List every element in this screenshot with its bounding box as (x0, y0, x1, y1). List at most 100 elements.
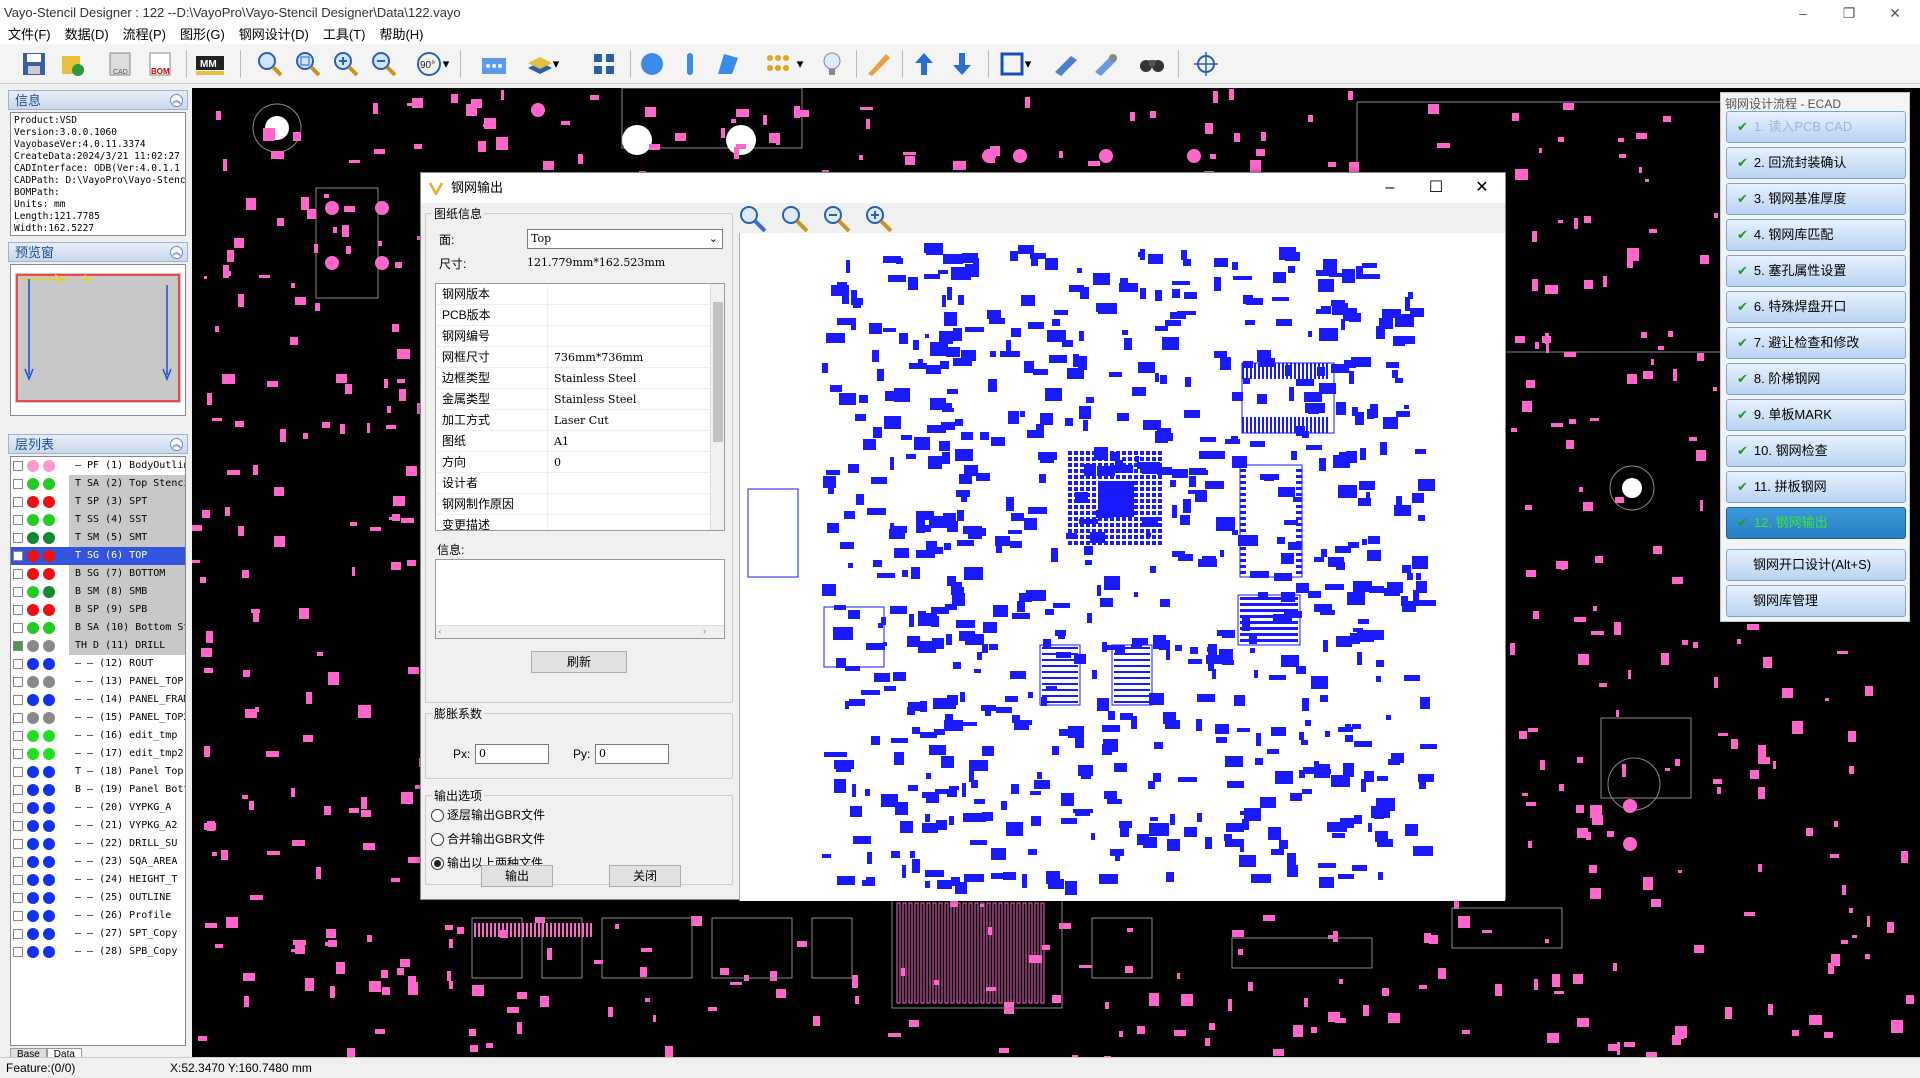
layer-color-icon[interactable] (43, 640, 55, 652)
layer-row[interactable]: T SS (4) SST (11, 511, 185, 529)
property-row[interactable]: 网框尺寸 736mm*736mm (436, 347, 724, 368)
layer-row[interactable]: — — (27) SPT_Copy (11, 925, 185, 943)
polygon-pad-icon[interactable] (712, 48, 744, 80)
layer-color-icon[interactable] (43, 514, 55, 526)
layer-color-icon[interactable] (43, 730, 55, 742)
layer-color-icon[interactable] (27, 496, 39, 508)
layer-row[interactable]: — — (17) edit_tmp2 (11, 745, 185, 763)
layer-row[interactable]: B SG (7) BOTTOM (11, 565, 185, 583)
property-scrollbar[interactable] (710, 284, 724, 530)
crosshair-icon[interactable] (1190, 48, 1222, 80)
layer-row[interactable]: — — (21) VYPKG_A2 (11, 817, 185, 835)
collapse-icon[interactable]: ︽ (170, 438, 183, 451)
layer-checkbox[interactable] (13, 857, 23, 867)
layer-row[interactable]: B SM (8) SMB (11, 583, 185, 601)
process-step-8[interactable]: ✔ 8. 阶梯钢网 (1726, 363, 1906, 395)
layer-row[interactable]: — — (15) PANEL_TOP2 (11, 709, 185, 727)
output-button[interactable]: 输出 (481, 865, 553, 887)
layer-color-icon[interactable] (43, 874, 55, 886)
frame-dropdown-icon[interactable]: ▾ (1022, 48, 1034, 80)
radio-layer-gbr[interactable]: 逐层输出GBR文件 (429, 807, 545, 823)
face-select[interactable]: Top ⌄ (527, 229, 723, 249)
layer-row[interactable]: B SA (10) Bottom Stencil (11, 619, 185, 637)
zoom-icon[interactable] (737, 203, 769, 235)
import-icon[interactable] (56, 48, 88, 80)
property-row[interactable]: PCB版本 (436, 305, 724, 326)
bulb-icon[interactable] (816, 48, 848, 80)
preview-panel-header[interactable]: 预览窗 ︽ (8, 242, 188, 262)
layer-checkbox[interactable] (13, 731, 23, 741)
layer-color-icon[interactable] (27, 550, 39, 562)
stencil-preview-canvas[interactable] (739, 233, 1505, 901)
radio-merge-gbr[interactable]: 合并输出GBR文件 (429, 831, 545, 847)
process-step-9[interactable]: ✔ 9. 单板MARK (1726, 399, 1906, 431)
menu-tools[interactable]: 工具(T) (315, 26, 372, 44)
bom-icon[interactable]: BOM (144, 48, 176, 80)
layer-color-icon[interactable] (43, 892, 55, 904)
property-value[interactable]: Stainless Steel (554, 368, 636, 389)
layer-color-icon[interactable] (43, 838, 55, 850)
py-input[interactable]: 0 (595, 744, 669, 764)
layer-checkbox[interactable] (13, 839, 23, 849)
zoom-icon[interactable] (254, 48, 286, 80)
layer-color-icon[interactable] (43, 658, 55, 670)
layer-checkbox[interactable] (13, 659, 23, 669)
layer-color-icon[interactable] (27, 568, 39, 580)
layer-checkbox[interactable] (13, 875, 23, 885)
layer-color-icon[interactable] (43, 802, 55, 814)
menu-process[interactable]: 流程(P) (115, 26, 172, 44)
layer-color-icon[interactable] (27, 730, 39, 742)
restore-button[interactable]: ❐ (1826, 0, 1872, 26)
layer-color-icon[interactable] (43, 856, 55, 868)
property-row[interactable]: 方向 0 (436, 452, 724, 473)
property-value[interactable]: A1 (554, 431, 569, 452)
layer-checkbox[interactable] (13, 929, 23, 939)
layer-color-icon[interactable] (27, 604, 39, 616)
layer-checkbox[interactable] (13, 587, 23, 597)
layer-checkbox[interactable] (13, 821, 23, 831)
array-dropdown-icon[interactable]: ▾ (794, 48, 806, 80)
zoom-area-icon[interactable] (292, 48, 324, 80)
layer-row[interactable]: — — (14) PANEL_FRAME (11, 691, 185, 709)
layer-color-icon[interactable] (43, 676, 55, 688)
property-row[interactable]: 边框类型 Stainless Steel (436, 368, 724, 389)
layer-row[interactable]: B SP (9) SPB (11, 601, 185, 619)
layer-color-icon[interactable] (43, 496, 55, 508)
binoculars-icon[interactable] (1136, 48, 1168, 80)
layer-color-icon[interactable] (27, 532, 39, 544)
menu-help[interactable]: 帮助(H) (371, 26, 429, 44)
layer-checkbox[interactable] (13, 749, 23, 759)
layer-color-icon[interactable] (43, 586, 55, 598)
wrench-icon[interactable] (1050, 48, 1082, 80)
info-panel-header[interactable]: 信息 ︽ (8, 90, 188, 110)
property-row[interactable]: 加工方式 Laser Cut (436, 410, 724, 431)
layer-color-icon[interactable] (27, 766, 39, 778)
layer-color-icon[interactable] (43, 946, 55, 958)
layer-checkbox[interactable] (13, 767, 23, 777)
move-up-icon[interactable] (908, 48, 940, 80)
zoom-in-icon[interactable] (330, 48, 362, 80)
layer-color-icon[interactable] (27, 658, 39, 670)
layer-color-icon[interactable] (27, 712, 39, 724)
grid-icon[interactable] (588, 48, 620, 80)
layer-checkbox[interactable] (13, 605, 23, 615)
property-row[interactable]: 钢网编号 (436, 326, 724, 347)
layer-row[interactable]: B — (19) Panel Bottom (11, 781, 185, 799)
layer-color-icon[interactable] (43, 532, 55, 544)
layer-checkbox[interactable] (13, 515, 23, 525)
layer-row[interactable]: — — (24) HEIGHT_T (11, 871, 185, 889)
layer-color-icon[interactable] (27, 892, 39, 904)
layer-checkbox[interactable] (13, 479, 23, 489)
layer-color-icon[interactable] (27, 910, 39, 922)
layer-color-icon[interactable] (43, 748, 55, 760)
layer-checkbox[interactable] (13, 803, 23, 813)
layer-row[interactable]: — — (12) ROUT (11, 655, 185, 673)
process-step-11[interactable]: ✔ 11. 拼板钢网 (1726, 471, 1906, 503)
layer-color-icon[interactable] (43, 928, 55, 940)
close-window-button[interactable]: ✕ (1872, 0, 1918, 26)
process-step-1[interactable]: ✔ 1. 读入PCB CAD (1726, 111, 1906, 143)
layer-checkbox[interactable] (13, 623, 23, 633)
process-step-4[interactable]: ✔ 4. 钢网库匹配 (1726, 219, 1906, 251)
menu-graphics[interactable]: 图形(G) (172, 26, 231, 44)
property-value[interactable]: 0 (554, 452, 561, 473)
